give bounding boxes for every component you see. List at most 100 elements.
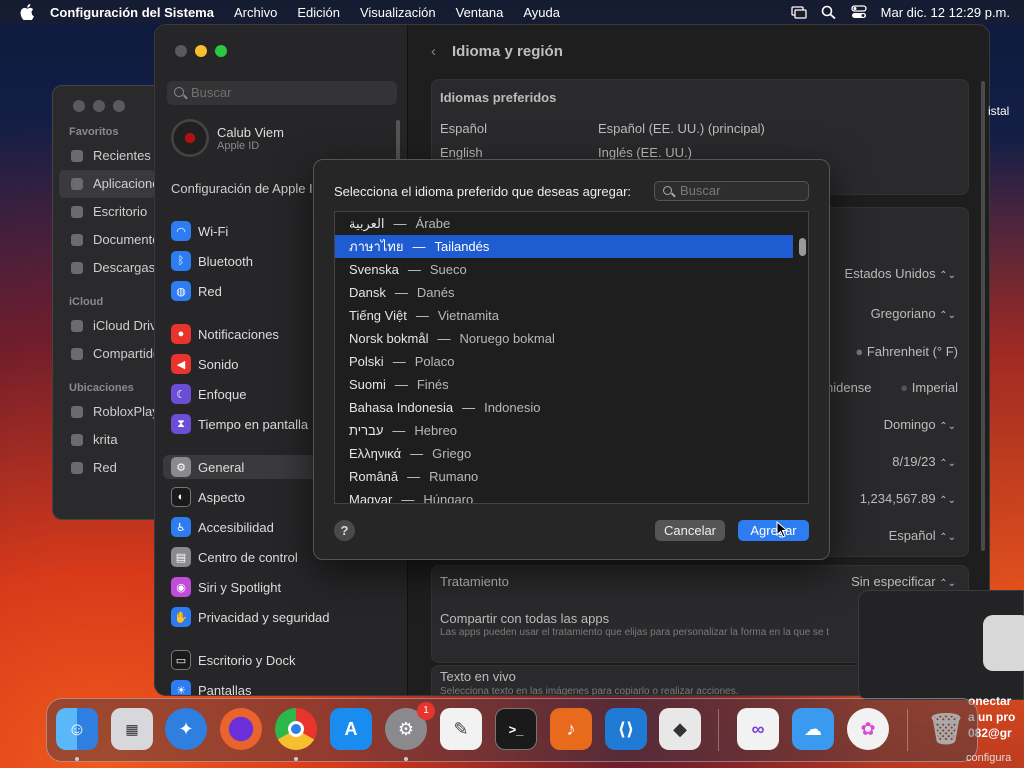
measure-system-radio[interactable]: nidense	[826, 380, 872, 395]
finder-item-documentos[interactable]: Documentos	[53, 226, 161, 254]
language-list-item-selected[interactable]: ภาษาไทย — Tailandés	[335, 235, 793, 258]
number-format-popup[interactable]: 1,234,567.89 ⌃⌄	[860, 491, 956, 506]
sidebar-item-wifi[interactable]: ◠ Wi-Fi	[171, 219, 228, 243]
measure-imperial-radio[interactable]: ● Imperial	[900, 380, 958, 395]
language-list-item[interactable]: Suomi — Finés	[335, 373, 793, 396]
textedit-icon[interactable]: ✎	[440, 708, 482, 750]
close-button[interactable]	[73, 100, 85, 112]
control-center-icon[interactable]	[851, 5, 867, 19]
menu-app-name[interactable]: Configuración del Sistema	[42, 5, 224, 20]
sidebar-item-pantallas[interactable]: ☀ Pantallas	[171, 678, 251, 695]
finder-item-descargas[interactable]: Descargas	[53, 254, 161, 282]
finder-item-robloxplayer[interactable]: RobloxPlayer	[53, 398, 161, 426]
zoom-button[interactable]	[113, 100, 125, 112]
language-list-item[interactable]: Svenska — Sueco	[335, 258, 793, 281]
garageband-icon[interactable]: ♪	[550, 708, 592, 750]
zoom-button[interactable]	[215, 45, 227, 57]
sidebar-item-aspecto[interactable]: ◐ Aspecto	[171, 485, 245, 509]
krita-icon[interactable]: ✿	[847, 708, 889, 750]
terminal-icon[interactable]: >_	[495, 708, 537, 750]
language-row-detail: Español (EE. UU.) (principal)	[598, 121, 765, 136]
control-center-icon: ▤	[171, 547, 191, 567]
sidebar-search-input[interactable]: Buscar	[167, 81, 397, 105]
spotlight-search-icon[interactable]	[821, 5, 837, 20]
language-list-item[interactable]: עברית — Hebreo	[335, 419, 793, 442]
apple-id-settings-link[interactable]: Configuración de Apple ID	[171, 181, 322, 196]
sidebar-scrollbar[interactable]	[396, 120, 400, 162]
sidebar-item-centro-de-control[interactable]: ▤ Centro de control	[171, 545, 298, 569]
back-chevron-icon[interactable]: ‹	[431, 43, 436, 60]
menubar-clock[interactable]: Mar dic. 12 12:29 p.m.	[881, 5, 1010, 20]
language-row-name[interactable]: English	[440, 145, 483, 160]
menu-ayuda[interactable]: Ayuda	[513, 5, 570, 20]
visual-studio-icon[interactable]: ∞	[737, 708, 779, 750]
notification-badge: 1	[417, 702, 435, 720]
date-format-popup[interactable]: 8/19/23 ⌃⌄	[892, 454, 956, 469]
sidebar-item-red[interactable]: ◍ Red	[171, 279, 222, 303]
menu-edicion[interactable]: Edición	[287, 5, 350, 20]
vscode-icon[interactable]: ⟨⟩	[605, 708, 647, 750]
language-list-item[interactable]: Dansk — Danés	[335, 281, 793, 304]
finder-item-red[interactable]: Red	[53, 454, 161, 482]
sidebar-item-accesibilidad[interactable]: ♿ Accesibilidad	[171, 515, 274, 539]
minimize-button[interactable]	[93, 100, 105, 112]
language-list-item[interactable]: Ελληνικά — Griego	[335, 442, 793, 465]
dialog-search-input[interactable]: Buscar	[654, 181, 809, 201]
finder-item-escritorio[interactable]: Escritorio	[53, 198, 161, 226]
finder-section-favoritos: Favoritos	[69, 126, 119, 138]
safari-icon[interactable]: ✦	[165, 708, 207, 750]
finder-item-aplicaciones[interactable]: Aplicaciones	[59, 170, 161, 198]
help-button[interactable]: ?	[334, 520, 355, 541]
launchpad-icon[interactable]: ▦	[111, 708, 153, 750]
cancel-button[interactable]: Cancelar	[655, 520, 725, 541]
window-controls	[155, 25, 407, 57]
language-list-item[interactable]: العربية — Árabe	[335, 212, 793, 235]
finder-item-krita[interactable]: krita	[53, 426, 161, 454]
notification-text: configura	[966, 752, 1012, 764]
main-scrollbar[interactable]	[981, 81, 985, 551]
language-list-item[interactable]: Magyar — Húngaro	[335, 488, 793, 503]
temperature-fahrenheit-radio[interactable]: ● Fahrenheit (° F)	[855, 344, 958, 359]
sidebar-item-enfoque[interactable]: ☾ Enfoque	[171, 382, 246, 406]
region-popup[interactable]: Estados Unidos ⌃⌄	[845, 266, 956, 281]
language-list-item[interactable]: Norsk bokmål — Noruego bokmal	[335, 327, 793, 350]
sidebar-item-tiempo-en-pantalla[interactable]: ⧗ Tiempo en pantalla	[171, 412, 308, 436]
sidebar-item-sonido[interactable]: ◀ Sonido	[171, 352, 238, 376]
menu-visualizacion[interactable]: Visualización	[350, 5, 446, 20]
sidebar-item-escritorio-dock[interactable]: ▭ Escritorio y Dock	[171, 648, 296, 672]
add-button[interactable]: Agregar	[738, 520, 809, 541]
trash-icon[interactable]: 🗑	[925, 708, 967, 750]
language-list-item[interactable]: Polski — Polaco	[335, 350, 793, 373]
minimize-button[interactable]	[195, 45, 207, 57]
sidebar-item-siri-spotlight[interactable]: ◉ Siri y Spotlight	[171, 575, 281, 599]
language-row-name[interactable]: Español	[440, 121, 487, 136]
share-label: Compartir con todas las apps	[440, 611, 610, 626]
menu-archivo[interactable]: Archivo	[224, 5, 287, 20]
close-button[interactable]	[175, 45, 187, 57]
apple-menu-icon[interactable]	[12, 4, 42, 20]
menu-ventana[interactable]: Ventana	[446, 5, 514, 20]
calendar-popup[interactable]: Gregoriano ⌃⌄	[871, 306, 956, 321]
finder-item-icloud-drive[interactable]: iCloud Drive	[53, 312, 161, 340]
treatment-popup[interactable]: Sin especificar ⌃⌄	[851, 574, 956, 589]
roblox-icon[interactable]: ◆	[659, 708, 701, 750]
firefox-icon[interactable]	[220, 708, 262, 750]
sidebar-item-bluetooth[interactable]: ᛒ Bluetooth	[171, 249, 253, 273]
sidebar-item-notificaciones[interactable]: ● Notificaciones	[171, 322, 279, 346]
screen-mirroring-icon[interactable]	[791, 5, 807, 19]
finder-icon[interactable]: ☺	[56, 708, 98, 750]
finder-item-recientes[interactable]: Recientes	[53, 142, 161, 170]
apple-id-account[interactable]: Calub Viem Apple ID	[171, 119, 284, 157]
first-day-popup[interactable]: Domingo ⌃⌄	[884, 417, 956, 432]
sidebar-item-privacidad[interactable]: ✋ Privacidad y seguridad	[171, 605, 330, 629]
chrome-icon[interactable]	[275, 708, 317, 750]
finder-item-compartido[interactable]: Compartido	[53, 340, 161, 368]
language-list-item[interactable]: Română — Rumano	[335, 465, 793, 488]
language-list-item[interactable]: Bahasa Indonesia — Indonesio	[335, 396, 793, 419]
sort-order-popup[interactable]: Español ⌃⌄	[889, 528, 956, 543]
partial-label: istal	[988, 104, 1010, 118]
weather-icon[interactable]: ☁	[792, 708, 834, 750]
language-list-item[interactable]: Tiếng Việt — Vietnamita	[335, 304, 793, 327]
language-list-scrollbar[interactable]	[799, 238, 806, 256]
app-store-icon[interactable]: A	[330, 708, 372, 750]
